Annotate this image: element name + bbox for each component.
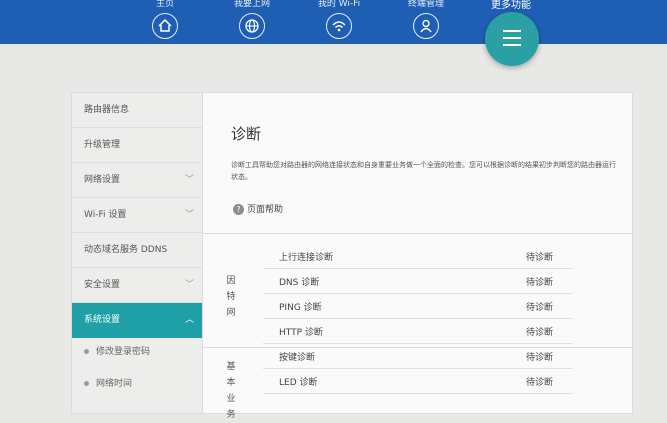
diagnostic-status: 待诊断 (526, 378, 554, 388)
sidebar-subitem-label: 网络时间 (96, 379, 133, 389)
table-row[interactable]: 上行连接诊断 待诊断 (263, 244, 573, 269)
menu-icon (503, 30, 521, 46)
table-row[interactable]: PING 诊断 待诊断 (263, 294, 573, 319)
diagnostic-status: 待诊断 (526, 303, 554, 313)
page-help-link[interactable]: ? 页面帮助 (233, 202, 283, 215)
sidebar-item-label: 系统设置 (84, 315, 121, 325)
sidebar-item-ddns[interactable]: 动态域名服务 DDNS (72, 233, 202, 268)
table-row[interactable]: 按键诊断 待诊断 (263, 344, 573, 369)
chevron-down-icon: ﹀ (184, 175, 194, 185)
sidebar-item-upgrade[interactable]: 升级管理 (72, 128, 202, 163)
diagnostic-name: 按键诊断 (279, 353, 316, 363)
help-label: 页面帮助 (247, 205, 284, 215)
group-label-internet: 因特网 (226, 276, 236, 318)
sidebar-item-security[interactable]: 安全设置 ﹀ (72, 268, 202, 303)
diagnostic-name: HTTP 诊断 (279, 328, 323, 338)
chevron-down-icon: ﹀ (184, 210, 194, 220)
nav-label: 我的 Wi-Fi (317, 0, 361, 9)
sidebar-item-label: 动态域名服务 DDNS (84, 245, 168, 255)
diagnostic-status: 待诊断 (526, 328, 554, 338)
sidebar-item-router-info[interactable]: 路由器信息 (72, 93, 202, 128)
page-description: 诊断工具帮助您对路由器的网络连接状态和自身重要业务做一个全面的检查。您可以根据诊… (231, 161, 616, 181)
home-icon (152, 13, 178, 39)
more-features-button[interactable] (485, 12, 539, 66)
sidebar-item-label: 网络设置 (84, 175, 121, 185)
wifi-icon (326, 13, 352, 39)
sidebar-item-label: 安全设置 (84, 280, 121, 290)
group-label-basic-services: 基本业务 (226, 362, 236, 420)
globe-icon (239, 13, 265, 39)
sidebar-item-system[interactable]: 系统设置 ︿ (72, 303, 202, 338)
page-title: 诊断 (231, 125, 262, 143)
nav-label: 终端管理 (407, 0, 444, 9)
nav-item-internet[interactable]: 我要上网 (222, 0, 282, 39)
main-content: 诊断 诊断工具帮助您对路由器的网络连接状态和自身重要业务做一个全面的检查。您可以… (203, 93, 632, 420)
user-icon (413, 13, 439, 39)
nav-label: 我要上网 (233, 0, 270, 9)
table-row[interactable]: LED 诊断 待诊断 (263, 369, 573, 394)
nav-label: 主页 (155, 0, 174, 9)
diagnostic-name: PING 诊断 (279, 303, 322, 313)
diagnostic-status: 待诊断 (526, 278, 554, 288)
sidebar-subitem-password[interactable]: 修改登录密码 (72, 336, 202, 368)
diagnostic-name: LED 诊断 (279, 378, 318, 388)
bullet-icon (84, 349, 89, 354)
divider (203, 233, 632, 234)
settings-panel: 路由器信息 升级管理 网络设置 ﹀ Wi-Fi 设置 ﹀ 动态域名服务 DDNS… (71, 92, 633, 420)
sidebar-subitem-network-time[interactable]: 网络时间 (72, 368, 202, 400)
sidebar-item-label: 升级管理 (84, 140, 121, 150)
help-icon: ? (233, 204, 244, 215)
nav-item-home[interactable]: 主页 (135, 0, 195, 39)
nav-item-devices[interactable]: 终端管理 (396, 0, 456, 39)
nav-item-wifi[interactable]: 我的 Wi-Fi (309, 0, 369, 39)
diagnostic-status: 待诊断 (526, 253, 554, 263)
sidebar-item-label: 路由器信息 (84, 105, 130, 115)
more-features-label: 更多功能 (491, 0, 531, 11)
bullet-icon (84, 381, 89, 386)
sidebar-subitem-label: 修改登录密码 (96, 347, 151, 357)
diagnostic-status: 待诊断 (526, 353, 554, 363)
diagnostic-name: 上行连接诊断 (279, 253, 334, 263)
sidebar-item-wifi[interactable]: Wi-Fi 设置 ﹀ (72, 198, 202, 233)
chevron-down-icon: ﹀ (184, 280, 194, 290)
sidebar: 路由器信息 升级管理 网络设置 ﹀ Wi-Fi 设置 ﹀ 动态域名服务 DDNS… (72, 93, 203, 413)
top-nav-bar: 主页 我要上网 我的 Wi-Fi 终端管理 更多功能 (0, 0, 667, 44)
chevron-up-icon: ︿ (184, 315, 194, 325)
table-row[interactable]: DNS 诊断 待诊断 (263, 269, 573, 294)
sidebar-item-label: Wi-Fi 设置 (84, 210, 127, 220)
table-row[interactable]: HTTP 诊断 待诊断 (263, 319, 573, 344)
sidebar-item-network[interactable]: 网络设置 ﹀ (72, 163, 202, 198)
diagnostic-name: DNS 诊断 (279, 278, 320, 288)
